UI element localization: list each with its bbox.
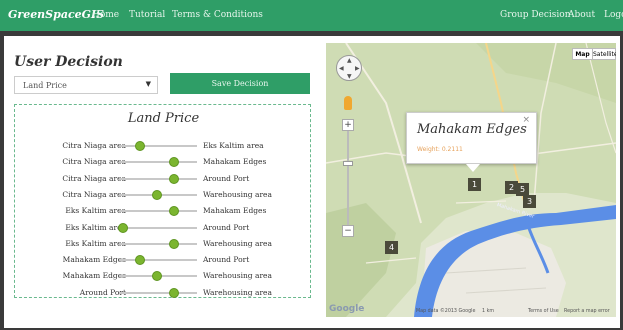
- pan-up-icon[interactable]: ▲: [347, 57, 352, 64]
- comparison-row: Citra Niaga area Mahakam Edges: [15, 155, 312, 169]
- comparison-slider[interactable]: [119, 161, 197, 164]
- slider-knob[interactable]: [118, 222, 128, 233]
- comparison-panel: Land Price Citra Niaga area Eks Kaltim ar…: [14, 104, 311, 298]
- brand-logo[interactable]: GreenSpaceGIS: [8, 8, 104, 21]
- comparison-row: Citra Niaga area Warehousing area: [15, 188, 312, 202]
- comparison-row: Citra Niaga area Around Port: [15, 172, 312, 186]
- zoom-slider-thumb[interactable]: [343, 161, 353, 166]
- nav-about[interactable]: About: [568, 10, 595, 20]
- slider-knob[interactable]: [169, 287, 179, 298]
- chevron-down-icon: ▼: [145, 80, 151, 88]
- comparison-left-label: Eks Kaltim area: [65, 206, 126, 216]
- comparison-row: Eks Kaltim area Mahakam Edges: [15, 204, 312, 218]
- comparison-right-label: Warehousing area: [203, 238, 272, 248]
- nav-tutorial[interactable]: Tutorial: [129, 10, 165, 20]
- nav-terms[interactable]: Terms & Conditions: [172, 10, 263, 20]
- zoom-out-button[interactable]: −: [342, 225, 354, 237]
- comparison-left-label: Mahakam Edges: [62, 255, 126, 265]
- nav-group-decision[interactable]: Group Decision: [500, 10, 571, 20]
- comparison-right-label: Mahakam Edges: [203, 157, 267, 167]
- comparison-left-label: Citra Niaga area: [62, 189, 126, 199]
- comparison-right-label: Warehousing area: [203, 287, 272, 297]
- comparison-right-label: Around Port: [203, 255, 250, 265]
- map-type-map-button[interactable]: Map: [572, 48, 593, 60]
- pan-control[interactable]: ▲ ▼ ◀ ▶: [336, 55, 362, 81]
- slider-knob[interactable]: [135, 141, 145, 151]
- comparison-left-label: Eks Kaltim area: [65, 222, 126, 232]
- save-decision-button[interactable]: Save Decision: [170, 73, 310, 94]
- slider-knob[interactable]: [152, 271, 162, 282]
- comparison-slider[interactable]: [119, 177, 197, 180]
- close-icon[interactable]: ×: [522, 115, 530, 125]
- terms-of-use-link[interactable]: Terms of Use: [528, 309, 559, 314]
- info-window-weight: Weight: 0.2111: [417, 146, 463, 153]
- page-title: User Decision: [14, 54, 123, 70]
- comparison-slider[interactable]: [119, 226, 197, 229]
- comparison-slider[interactable]: [119, 210, 197, 213]
- comparison-left-label: Eks Kaltim area: [65, 238, 126, 248]
- nav-home[interactable]: Home: [92, 10, 119, 20]
- map-marker[interactable]: 4: [385, 241, 398, 254]
- comparison-left-label: Citra Niaga area: [62, 157, 126, 167]
- map-attribution: Map data ©2013 Google: [416, 309, 476, 314]
- zoom-in-button[interactable]: +: [342, 119, 354, 131]
- map-scale: 1 km: [482, 309, 495, 314]
- comparison-row: Mahakam Edges Warehousing area: [15, 269, 312, 283]
- map-marker[interactable]: 3: [523, 195, 536, 208]
- info-window-tail: [466, 164, 480, 172]
- info-window: Mahakam Edges Weight: 0.2111 ×: [406, 112, 537, 164]
- comparison-slider[interactable]: [119, 291, 197, 294]
- map-view[interactable]: Map Satellite ▲ ▼ ◀ ▶ + − Mahakam Edges …: [326, 43, 616, 317]
- pan-down-icon[interactable]: ▼: [347, 73, 352, 80]
- comparison-right-label: Warehousing area: [203, 271, 272, 281]
- comparison-left-label: Mahakam Edges: [62, 271, 126, 281]
- map-marker[interactable]: 1: [468, 178, 481, 191]
- comparison-slider[interactable]: [119, 259, 197, 262]
- street-view-pegman-icon[interactable]: [344, 96, 352, 110]
- comparison-right-label: Eks Kaltim area: [203, 141, 264, 150]
- comparison-right-label: Mahakam Edges: [203, 206, 267, 216]
- slider-knob[interactable]: [135, 255, 145, 266]
- criteria-select[interactable]: Land Price ▼: [14, 76, 158, 94]
- comparison-row: Eks Kaltim area Warehousing area: [15, 237, 312, 251]
- top-navbar: GreenSpaceGIS Home Tutorial Terms & Cond…: [0, 0, 623, 31]
- comparison-right-label: Around Port: [203, 222, 250, 232]
- comparison-right-label: Warehousing area: [203, 189, 272, 199]
- comparison-row: Around Port Warehousing area: [15, 286, 312, 300]
- report-error-link[interactable]: Report a map error: [564, 309, 610, 314]
- google-logo: Google: [329, 304, 365, 314]
- comparison-row: Mahakam Edges Around Port: [15, 253, 312, 267]
- pan-left-icon[interactable]: ◀: [339, 65, 344, 72]
- comparison-row: Citra Niaga area Eks Kaltim area: [15, 139, 312, 153]
- slider-knob[interactable]: [169, 206, 179, 217]
- slider-knob[interactable]: [169, 157, 179, 168]
- slider-knob[interactable]: [169, 238, 179, 249]
- zoom-slider-track[interactable]: [347, 131, 349, 225]
- comparison-left-label: Citra Niaga area: [62, 173, 126, 183]
- nav-login[interactable]: Logo: [604, 10, 623, 20]
- criteria-select-value: Land Price: [23, 81, 67, 90]
- info-window-title: Mahakam Edges: [417, 122, 527, 137]
- pan-right-icon[interactable]: ▶: [355, 65, 360, 72]
- map-type-satellite-button[interactable]: Satellite: [592, 48, 616, 60]
- slider-knob[interactable]: [152, 189, 162, 200]
- comparison-slider[interactable]: [119, 145, 197, 147]
- comparison-slider[interactable]: [119, 242, 197, 245]
- comparison-left-label: Citra Niaga area: [62, 141, 126, 150]
- comparison-right-label: Around Port: [203, 173, 250, 183]
- slider-knob[interactable]: [169, 173, 179, 184]
- comparison-row: Eks Kaltim area Around Port: [15, 221, 312, 235]
- comparison-title: Land Price: [127, 111, 200, 126]
